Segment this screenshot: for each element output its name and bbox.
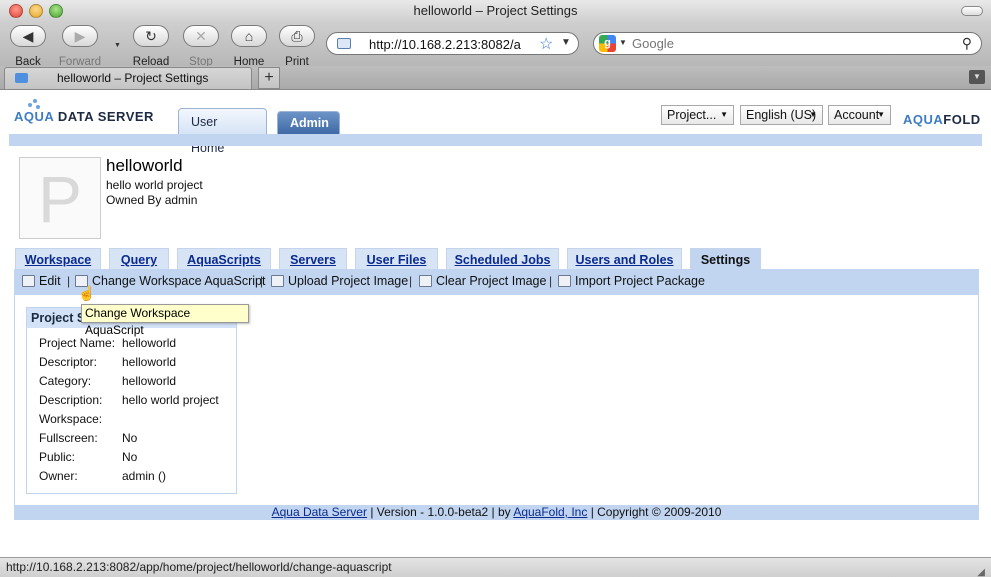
new-tab-button[interactable]: +	[258, 67, 280, 89]
action-tooltip: Change Workspace AquaScript	[81, 304, 249, 337]
google-engine-icon[interactable]: g	[599, 35, 616, 52]
home-button[interactable]: ⌂ Home	[226, 25, 272, 68]
settings-row: Workspace:	[39, 412, 103, 426]
tab-list-icon[interactable]: ▼	[969, 70, 985, 84]
minimize-window-button[interactable]	[29, 4, 43, 18]
engine-dropdown-icon[interactable]: ▼	[619, 38, 627, 47]
browser-tab-title: helloworld – Project Settings	[57, 71, 209, 85]
aquafold-logo[interactable]: AQUAFOLD	[903, 112, 981, 127]
tab-user-files[interactable]: User Files	[355, 248, 438, 270]
settings-row: Fullscreen: No	[39, 431, 138, 445]
forward-button[interactable]: ▶ Forward	[57, 25, 103, 68]
project-owner: Owned By admin	[106, 193, 198, 207]
folder-favicon-icon	[15, 73, 28, 83]
folder-import-icon	[558, 275, 571, 287]
search-icon[interactable]: ⚲	[962, 35, 972, 52]
project-description: hello world project	[106, 178, 203, 192]
stop-icon: ✕	[183, 25, 219, 47]
project-dropdown[interactable]: Project... ▼	[661, 105, 734, 125]
action-bar: Edit | Change Workspace AquaScript | Upl…	[14, 269, 979, 295]
bookmark-star-icon[interactable]: ☆	[539, 34, 553, 54]
address-url[interactable]: http://10.168.2.213:8082/a	[369, 37, 537, 52]
chevron-down-icon: ▼	[877, 110, 885, 119]
address-bar[interactable]: http://10.168.2.213:8082/a ☆ ▼	[326, 32, 579, 55]
page-icon	[337, 38, 351, 49]
search-input[interactable]	[632, 36, 932, 51]
search-bar[interactable]: g ▼ ⚲	[593, 32, 982, 55]
settings-row: Descriptor: helloworld	[39, 355, 177, 369]
browser-tabbar: helloworld – Project Settings + ▼	[0, 66, 991, 90]
back-button[interactable]: ◀ Back	[5, 25, 51, 68]
url-dropdown-icon[interactable]: ▼	[561, 37, 571, 48]
tab-admin[interactable]: Admin	[277, 111, 340, 134]
header-divider-bar	[9, 134, 982, 146]
language-dropdown[interactable]: English (US) ▼	[740, 105, 823, 125]
aquafold-link[interactable]: AquaFold, Inc	[513, 505, 587, 519]
settings-row: Owner: admin ()	[39, 469, 167, 483]
clear-project-image-action[interactable]: Clear Project Image	[419, 274, 546, 288]
home-icon: ⌂	[231, 25, 267, 47]
stop-button[interactable]: ✕ Stop	[178, 25, 224, 68]
window-titlebar: helloworld – Project Settings	[0, 0, 991, 22]
aqua-data-server-link[interactable]: Aqua Data Server	[272, 505, 367, 519]
edit-icon	[22, 275, 35, 287]
account-dropdown[interactable]: Account ▼	[828, 105, 891, 125]
tab-workspace[interactable]: Workspace	[15, 248, 101, 270]
print-button[interactable]: ⎙ Print	[274, 25, 320, 68]
printer-icon: ⎙	[279, 25, 315, 47]
reload-icon: ↻	[133, 25, 169, 47]
toolbar-toggle-button[interactable]	[961, 6, 983, 16]
hand-cursor-icon: ☝	[78, 285, 96, 301]
back-arrow-icon: ◀	[10, 25, 46, 47]
image-upload-icon	[271, 275, 284, 287]
logo-bubbles-icon	[28, 99, 42, 109]
settings-row: Public: No	[39, 450, 138, 464]
tab-settings[interactable]: Settings	[690, 248, 761, 271]
project-avatar: P	[19, 157, 101, 239]
import-project-package-action[interactable]: Import Project Package	[558, 274, 705, 288]
forward-arrow-icon: ▶	[62, 25, 98, 47]
settings-row: Description: hello world project	[39, 393, 219, 407]
reload-button[interactable]: ↻ Reload	[128, 25, 174, 68]
tab-scheduled-jobs[interactable]: Scheduled Jobs	[446, 248, 559, 270]
status-bar: http://10.168.2.213:8082/app/home/projec…	[0, 557, 991, 577]
project-name: helloworld	[106, 156, 183, 175]
close-window-button[interactable]	[9, 4, 23, 18]
page-footer: Aqua Data Server | Version - 1.0.0-beta2…	[14, 505, 979, 520]
tab-query[interactable]: Query	[109, 248, 169, 270]
zoom-window-button[interactable]	[49, 4, 63, 18]
change-workspace-aquascript-action[interactable]: Change Workspace AquaScript	[75, 274, 265, 288]
image-delete-icon	[419, 275, 432, 287]
resize-grip-icon[interactable]: ◢	[977, 563, 985, 577]
tab-users-and-roles[interactable]: Users and Roles	[567, 248, 682, 270]
status-url: http://10.168.2.213:8082/app/home/projec…	[6, 560, 392, 574]
page-viewport: AQUA DATA SERVER User Home Admin Project…	[0, 91, 991, 557]
chevron-down-icon: ▼	[720, 110, 728, 119]
window-title: helloworld – Project Settings	[413, 3, 578, 18]
edit-action[interactable]: Edit	[22, 274, 61, 288]
chevron-down-icon: ▼	[809, 110, 817, 119]
aqua-data-server-logo[interactable]: AQUA DATA SERVER	[14, 109, 154, 124]
browser-tab-active[interactable]: helloworld – Project Settings	[4, 67, 252, 89]
upload-project-image-action[interactable]: Upload Project Image	[271, 274, 408, 288]
settings-row: Category: helloworld	[39, 374, 177, 388]
history-dropdown-icon[interactable]: ▼	[114, 42, 121, 49]
tab-user-home[interactable]: User Home	[178, 108, 267, 155]
tab-aquascripts[interactable]: AquaScripts	[177, 248, 271, 270]
tab-servers[interactable]: Servers	[279, 248, 347, 270]
